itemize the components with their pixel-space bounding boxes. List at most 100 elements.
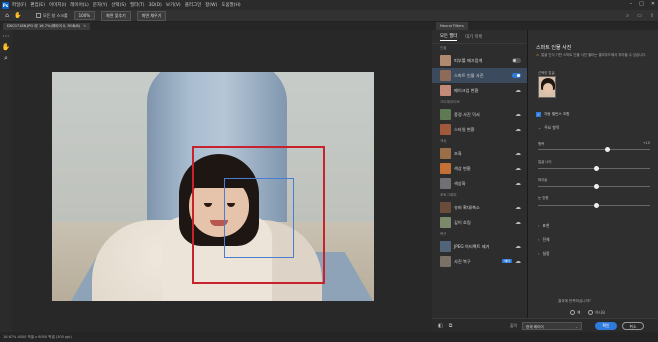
cloud-download-icon[interactable]: ☁	[515, 165, 521, 172]
filter-depth-blur[interactable]: 깊이 흐림 ☁	[432, 215, 527, 230]
close-icon[interactable]: ✕	[651, 1, 655, 7]
ok-button[interactable]: 확인	[595, 322, 617, 330]
menu-item-file[interactable]: 파일(F)	[12, 2, 26, 8]
cloud-download-icon[interactable]: ☁	[515, 219, 521, 226]
slider-happiness[interactable]	[538, 147, 650, 152]
feedback-yes[interactable]: 예	[570, 310, 580, 316]
cloud-download-icon[interactable]: ☁	[515, 258, 521, 265]
cloud-download-icon[interactable]: ☁	[515, 87, 521, 94]
cloud-download-icon[interactable]: ☁	[515, 180, 521, 187]
category-portraits: 인물	[440, 46, 447, 50]
section-global-label: 전체	[542, 237, 550, 242]
filter-landscape-mixer[interactable]: 풍경 사진 믹서 ☁	[432, 107, 527, 122]
filter-thumbnail	[440, 148, 451, 159]
section-settings[interactable]: › 설정	[538, 251, 550, 257]
menu-item-plugins[interactable]: 플러그인	[185, 2, 202, 8]
cloud-download-icon[interactable]: ☁	[515, 243, 521, 250]
output-select[interactable]: 현재 레이어 ⌄	[522, 322, 582, 330]
slider-face-age[interactable]	[538, 166, 650, 171]
filter-thumbnail	[440, 70, 451, 81]
slider-knob[interactable]	[594, 203, 599, 208]
filter-thumbnail	[440, 256, 451, 267]
filter-thumbnail	[440, 178, 451, 189]
cloud-download-icon[interactable]: ☁	[515, 204, 521, 211]
close-tab-icon[interactable]: ✕	[83, 24, 86, 28]
section-expression[interactable]: › 표현	[538, 223, 550, 229]
menu-item-3d[interactable]: 3D(D)	[149, 3, 162, 8]
zoom-tool-icon[interactable]: ⌕	[1, 53, 11, 63]
slider-knob[interactable]	[594, 184, 599, 189]
fit-screen-button[interactable]: 화면 맞추기	[101, 10, 131, 21]
settings-info: ⚠ 얼굴 인식 기반 스마트 인물 사진 필터는 클라우드에서 처리될 수 있습니…	[536, 53, 654, 58]
hand-tool-icon[interactable]: ✋	[14, 12, 22, 20]
warning-icon: ⚠	[536, 53, 540, 57]
slider-eye-direction[interactable]	[538, 203, 650, 208]
cloud-download-icon[interactable]: ☁	[515, 126, 521, 133]
slider-knob[interactable]	[594, 166, 599, 171]
cancel-button[interactable]: 취소	[622, 322, 644, 330]
document-tab-label: DSC07186.JPG @ 16.7%(레이어 0, RGB/8)	[7, 24, 81, 28]
menu-item-type[interactable]: 문자(Y)	[93, 2, 108, 8]
menu-item-filter[interactable]: 필터(T)	[130, 2, 145, 8]
cloud-download-icon[interactable]: ☁	[515, 111, 521, 118]
checkbox-box	[36, 13, 41, 18]
filter-toggle[interactable]	[512, 58, 521, 63]
menu-item-image[interactable]: 이미지(I)	[49, 2, 66, 8]
menu-item-view[interactable]: 보기(V)	[166, 2, 181, 8]
slider-hair-thickness[interactable]	[538, 184, 650, 189]
hand-tool-icon[interactable]: ✋	[1, 42, 11, 52]
document-tab[interactable]: DSC07186.JPG @ 16.7%(레이어 0, RGB/8) ✕	[3, 23, 91, 30]
filter-style-transfer[interactable]: 스타일 변환 ☁	[432, 122, 527, 137]
settings-title: 스마트 인물 사진	[536, 45, 572, 51]
section-featured[interactable]: ⌄ 주요 항목	[538, 125, 559, 131]
tab-all-filters[interactable]: 모든 필터	[440, 33, 458, 41]
auto-balance-checkbox[interactable]: ✓ 자동 밸런스 조합	[536, 112, 569, 117]
section-global[interactable]: › 전체	[538, 237, 550, 243]
chevron-right-icon: ›	[538, 223, 540, 228]
share-icon[interactable]: ⇪	[650, 13, 654, 19]
menu-item-layer[interactable]: 레이어(L)	[70, 2, 88, 8]
home-icon[interactable]: ⌂	[3, 12, 11, 20]
layers-icon[interactable]: ⧉	[449, 323, 453, 329]
fill-screen-button[interactable]: 화면 채우기	[136, 10, 167, 21]
filter-label: 조화	[454, 150, 462, 156]
filter-jpeg-artifact-removal[interactable]: JPEG 아티팩트 제거 ☁	[432, 239, 527, 254]
filter-super-zoom[interactable]: 슈퍼 확대/축소 ☁	[432, 200, 527, 215]
menu-item-help[interactable]: 도움말(H)	[221, 2, 240, 8]
category-color: 색상	[440, 139, 447, 143]
filter-makeup-transfer[interactable]: 메이크업 변환 ☁	[432, 83, 527, 98]
filter-skin-smoothing[interactable]: 피부를 매끄럽게	[432, 53, 527, 68]
feedback-no[interactable]: 아니요	[588, 310, 605, 316]
minimize-icon[interactable]: –	[630, 1, 633, 7]
menu-item-edit[interactable]: 편집(E)	[30, 2, 45, 8]
filter-photo-restoration[interactable]: 사진 복구 베타 ☁	[432, 254, 527, 269]
filter-settings-panel: 스마트 인물 사진 ⚠ 얼굴 인식 기반 스마트 인물 사진 필터는 클라우드에서…	[528, 30, 658, 332]
workspace-icon[interactable]: ▭	[637, 13, 642, 19]
filter-harmonization[interactable]: 조화 ☁	[432, 146, 527, 161]
filter-smart-portrait[interactable]: 스마트 인물 사진	[432, 68, 527, 83]
filter-color-transfer[interactable]: 색상 변환 ☁	[432, 161, 527, 176]
menu-item-window[interactable]: 창(W)	[205, 2, 217, 8]
filter-thumbnail	[440, 217, 451, 228]
selected-face-label: 선택한 얼굴	[538, 71, 555, 75]
search-icon[interactable]: ⌕	[626, 13, 629, 19]
show-original-icon[interactable]: ◧	[438, 323, 443, 329]
tab-waitlist[interactable]: 대기 목록	[465, 34, 482, 40]
neural-filters-footer: ◧ ⧉ 출력 현재 레이어 ⌄ 확인 취소	[432, 318, 658, 332]
filter-colorize[interactable]: 색상화 ☁	[432, 176, 527, 191]
section-featured-label: 주요 항목	[544, 125, 560, 130]
scroll-all-windows-checkbox[interactable]: 모든 창 스크롤	[36, 13, 68, 19]
maximize-icon[interactable]: □	[639, 1, 644, 7]
zoom-100-button[interactable]: 100%	[73, 11, 96, 20]
selected-face-thumbnail[interactable]	[538, 76, 556, 98]
filter-label: 색상 변환	[454, 165, 471, 171]
face-detection-box[interactable]	[224, 178, 294, 258]
menu-item-select[interactable]: 선택(S)	[111, 2, 126, 8]
photoshop-window: Ps 파일(F) 편집(E) 이미지(I) 레이어(L) 문자(Y) 선택(S)…	[0, 0, 658, 342]
slider-knob[interactable]	[605, 147, 611, 152]
canvas-area[interactable]	[12, 30, 432, 332]
cloud-download-icon[interactable]: ☁	[515, 150, 521, 157]
filter-toggle[interactable]	[512, 73, 521, 78]
chevron-right-icon: ›	[538, 237, 540, 242]
tool-options-icon[interactable]: ⋯	[1, 31, 11, 41]
